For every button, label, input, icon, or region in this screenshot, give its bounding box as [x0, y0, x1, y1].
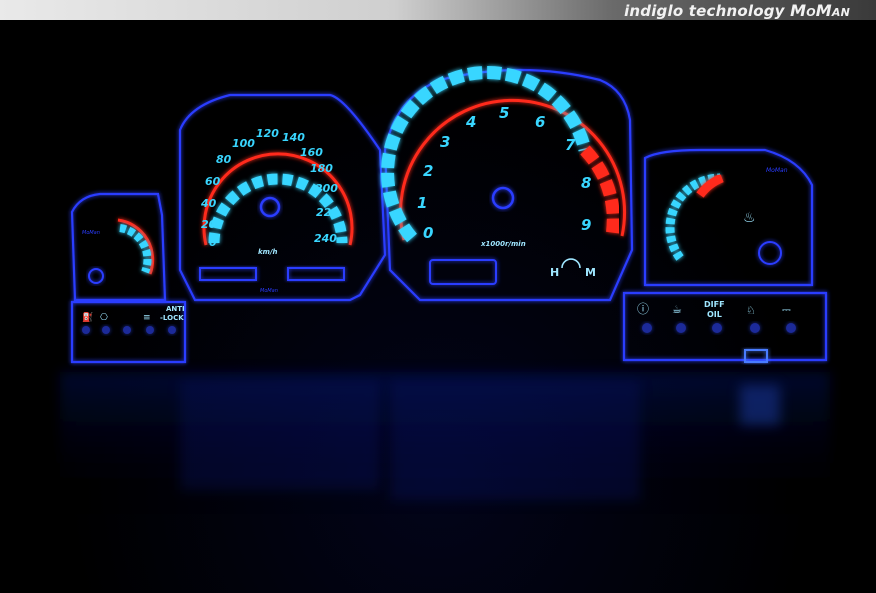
odometer-window	[199, 267, 257, 281]
rpm-tick-2: 2	[423, 162, 433, 180]
speed-tick-180: 180	[310, 162, 333, 175]
fuel-warning-icon: ⛽	[82, 311, 93, 323]
fuel-pump-icon	[88, 268, 104, 284]
speed-tick-20: 20	[201, 218, 217, 231]
diff-oil-label-line2: OIL	[707, 310, 722, 319]
floor-reflection	[60, 372, 830, 512]
banner-prefix: indiglo technology	[624, 2, 785, 20]
rpm-unit-label: x1000r/min	[480, 240, 526, 248]
hm-label-h: H	[550, 266, 559, 279]
rpm-tick-7: 7	[565, 136, 576, 154]
speed-tick-0: 0	[209, 236, 217, 249]
rpm-tick-9: 9	[581, 216, 591, 234]
speed-tick-140: 140	[282, 131, 305, 144]
rpm-tick-6: 6	[535, 113, 545, 131]
rpm-tick-5: 5	[499, 104, 509, 122]
anti-lock-label-line2: -LOCK	[160, 314, 184, 322]
hm-arrow-icon	[561, 258, 581, 269]
diff-oil-label-line1: DIFF	[704, 300, 725, 309]
temp-maker-logo: MoMan	[766, 167, 788, 174]
fuel-maker-logo: MoMan	[82, 230, 100, 236]
speed-tick-100: 100	[232, 137, 255, 150]
coolant-temp-icon: ♨	[743, 210, 756, 226]
rpm-tick-8: 8	[581, 174, 591, 192]
rpm-display-window	[429, 259, 497, 285]
rpm-tick-0: 0	[423, 224, 433, 242]
rpm-tick-3: 3	[440, 133, 450, 151]
hm-label-m: M	[585, 266, 596, 279]
headlight-icon: ≡	[143, 313, 151, 323]
right-warning-panel: ⓘ ☕ DIFF OIL ♘ ⎓	[637, 300, 796, 363]
speed-tick-40: 40	[200, 197, 217, 210]
speedometer: 0 20 40 60 80 100 120 140 160 180 200 22…	[199, 127, 354, 294]
speed-tick-220: 220	[316, 206, 339, 219]
speed-tick-labels: 0 20 40 60 80 100 120 140 160 180 200 22…	[200, 127, 339, 249]
rpm-tick-1: 1	[417, 194, 427, 212]
instrument-cluster-photo: 0 20 40 60 80 100 120 140 160 180 200 22…	[0, 20, 876, 593]
speedometer-maker-logo: MoMan	[260, 288, 278, 294]
speed-tick-200: 200	[315, 182, 338, 195]
banner-brand: MoMan	[790, 1, 850, 20]
speed-unit-label: km/h	[258, 248, 278, 256]
oil-pressure-icon: ☕	[672, 303, 682, 316]
anti-lock-label-line1: ANTI	[166, 305, 185, 313]
battery-icon: ⎓	[782, 303, 791, 316]
seatbelt-icon: ♘	[746, 304, 756, 317]
cluster-illustration: 0 20 40 60 80 100 120 140 160 180 200 22…	[60, 66, 830, 512]
door-warning-icon: ⎔	[100, 313, 108, 323]
brake-warning-icon: ⓘ	[637, 302, 649, 316]
fuel-gauge: MoMan	[82, 218, 155, 284]
banner-title: indiglo technology MoMan	[624, 1, 850, 20]
speed-tick-240: 240	[314, 232, 337, 245]
header-banner: indiglo technology MoMan	[0, 0, 876, 20]
tachometer: 0 1 2 3 4 5 6 7 8 9 x1000r/min H M	[381, 66, 627, 285]
left-warning-panel: ⛽ ⎔ ≡ ANTI -LOCK	[82, 305, 185, 334]
speed-tick-60: 60	[205, 175, 221, 188]
speed-tick-80: 80	[216, 153, 232, 166]
speed-tick-160: 160	[300, 146, 323, 159]
rpm-tick-4: 4	[465, 113, 476, 131]
speed-tick-120: 120	[256, 127, 279, 140]
tripmeter-window	[287, 267, 345, 281]
temp-gauge: ♨ MoMan	[665, 167, 788, 265]
